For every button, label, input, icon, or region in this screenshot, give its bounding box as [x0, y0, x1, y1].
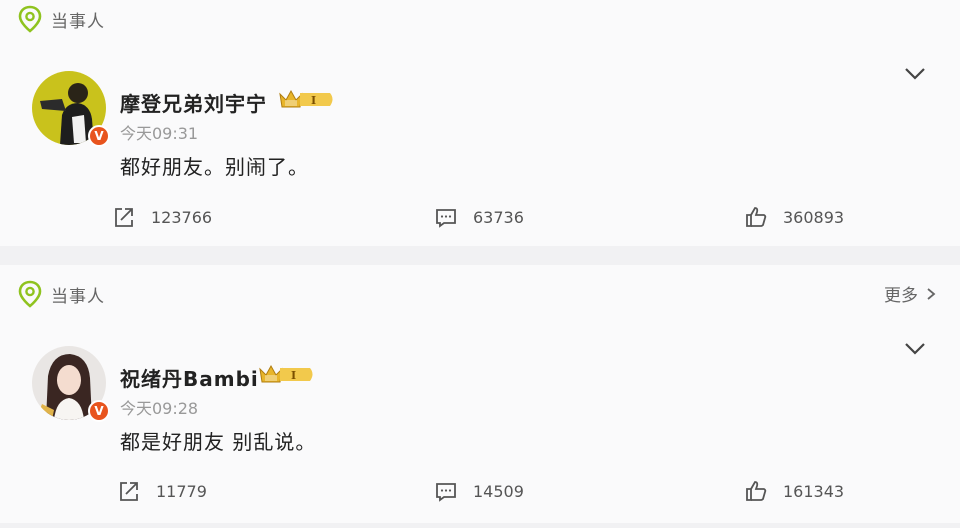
comment-button[interactable]: 63736 — [434, 205, 524, 229]
repost-button[interactable]: 123766 — [112, 205, 212, 229]
more-label: 更多 — [884, 286, 918, 306]
like-count: 161343 — [783, 481, 845, 501]
avatar[interactable]: V — [32, 346, 110, 422]
like-icon — [746, 207, 767, 227]
like-icon — [746, 481, 767, 501]
post-text: 都好朋友。别闹了。 — [120, 155, 309, 179]
vip-level: I — [291, 369, 296, 382]
tag-row[interactable]: 当事人 — [18, 280, 105, 308]
tag-label: 当事人 — [51, 286, 105, 307]
location-tag-icon — [18, 5, 42, 33]
comment-count: 63736 — [473, 207, 524, 227]
comment-icon — [436, 209, 456, 228]
chevron-down-icon[interactable] — [904, 342, 926, 356]
chevron-down-icon[interactable] — [904, 67, 926, 81]
user-name[interactable]: 祝绪丹Bambi — [120, 363, 259, 392]
vip-level: I — [311, 94, 316, 107]
like-count: 360893 — [783, 207, 845, 227]
repost-count: 123766 — [151, 207, 213, 227]
tag-label: 当事人 — [51, 11, 105, 32]
tag-row[interactable]: 当事人 — [18, 5, 105, 33]
vip-crown-badge[interactable]: I — [278, 88, 336, 110]
chevron-right-icon — [927, 287, 936, 300]
user-name[interactable]: 摩登兄弟刘宇宁 — [120, 88, 267, 117]
repost-icon — [120, 482, 138, 501]
post-card: 当事人 V 摩登兄弟刘宇宁 I 今天09:31 都好朋友。别闹了。 123766 — [0, 0, 960, 246]
post-card: 当事人 更多 V 祝绪丹Bambi I 今天09:28 都是好朋友 别乱说。 1… — [0, 265, 960, 523]
verified-badge: V — [88, 125, 110, 147]
more-link[interactable]: 更多 — [884, 281, 936, 306]
repost-count: 11779 — [156, 481, 207, 501]
vip-crown-badge[interactable]: I — [258, 363, 316, 385]
comment-icon — [436, 483, 456, 502]
comment-count: 14509 — [473, 481, 524, 501]
post-time: 今天09:28 — [120, 399, 199, 418]
post-text: 都是好朋友 别乱说。 — [120, 430, 317, 454]
like-button[interactable]: 161343 — [744, 479, 844, 503]
comment-button[interactable]: 14509 — [434, 479, 524, 503]
avatar[interactable]: V — [32, 71, 110, 147]
location-tag-icon — [18, 280, 42, 308]
repost-button[interactable]: 11779 — [117, 479, 207, 503]
verified-badge: V — [88, 400, 110, 422]
like-button[interactable]: 360893 — [744, 205, 844, 229]
repost-icon — [115, 208, 133, 227]
post-time: 今天09:31 — [120, 124, 199, 143]
